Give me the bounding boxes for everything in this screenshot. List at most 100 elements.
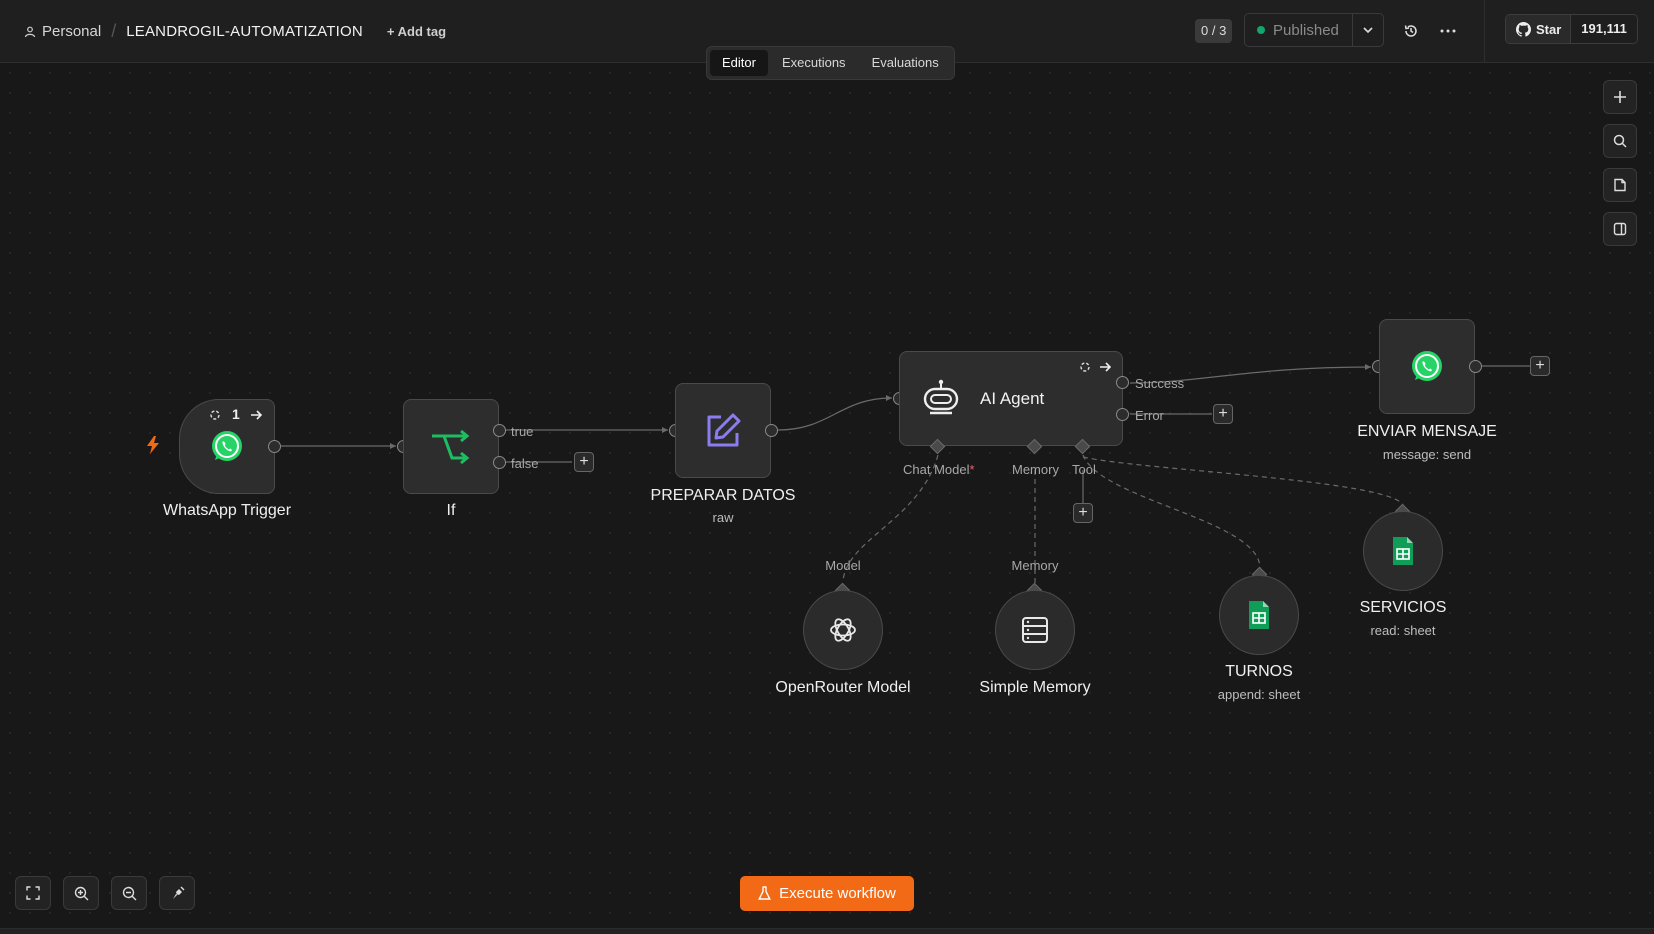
- published-status-dot: [1257, 26, 1265, 34]
- output-port-true[interactable]: [493, 424, 506, 437]
- sheets-icon: [1393, 537, 1413, 565]
- github-icon: [1516, 21, 1531, 37]
- add-node-error-button[interactable]: +: [1213, 404, 1233, 424]
- toggle-panel-button[interactable]: [1603, 212, 1637, 246]
- active-counter-badge: 0 / 3: [1195, 19, 1233, 43]
- output-port-success[interactable]: [1116, 376, 1129, 389]
- view-tabs: Editor Executions Evaluations: [706, 46, 955, 80]
- node-subtitle: append: sheet: [1217, 687, 1301, 702]
- search-icon: [1613, 134, 1627, 148]
- pin-icon[interactable]: [209, 409, 221, 421]
- model-port-label: Model: [825, 558, 861, 573]
- node-preparar-datos[interactable]: [675, 383, 771, 478]
- zoom-out-button[interactable]: [111, 876, 147, 910]
- breadcrumb: Personal / LEANDROGIL-AUTOMATIZATION + A…: [24, 21, 446, 42]
- history-icon: [1404, 25, 1417, 37]
- github-star-count: 191,111: [1570, 15, 1637, 43]
- node-title: PREPARAR DATOS: [650, 487, 796, 504]
- execution-count-badge: 1: [232, 406, 240, 422]
- node-title: Simple Memory: [979, 679, 1091, 696]
- history-button[interactable]: [1400, 20, 1422, 42]
- arrow-right-icon[interactable]: [250, 409, 263, 421]
- chevron-down-icon: [1363, 27, 1373, 34]
- memory-label: Memory: [1012, 462, 1059, 477]
- add-node-after-button[interactable]: +: [1530, 356, 1550, 376]
- publish-control[interactable]: Published: [1244, 13, 1384, 47]
- plus-icon: [1614, 91, 1626, 103]
- sticky-note-icon: [1614, 178, 1626, 192]
- false-branch-label: false: [511, 456, 539, 471]
- output-port-false[interactable]: [493, 456, 506, 469]
- output-port[interactable]: [765, 424, 778, 437]
- tool-label: Tool: [1072, 462, 1096, 477]
- node-subtitle: read: sheet: [1370, 623, 1436, 638]
- true-branch-label: true: [511, 424, 534, 439]
- github-star[interactable]: Star: [1506, 15, 1571, 43]
- flask-icon: [758, 886, 772, 900]
- node-title: If: [446, 502, 456, 519]
- node-openrouter-model[interactable]: [803, 590, 883, 670]
- add-node-false-button[interactable]: +: [574, 452, 594, 472]
- publish-dropdown-button[interactable]: [1353, 14, 1383, 46]
- workflow-name[interactable]: LEANDROGIL-AUTOMATIZATION: [126, 23, 363, 40]
- node-simple-memory[interactable]: [995, 590, 1075, 670]
- project-link[interactable]: Personal: [24, 23, 101, 40]
- node-turnos[interactable]: [1219, 575, 1299, 655]
- whatsapp-icon: [1412, 350, 1442, 381]
- add-node-button[interactable]: [1603, 80, 1637, 114]
- tidy-up-button[interactable]: [159, 876, 195, 910]
- fit-view-icon: [26, 886, 40, 900]
- execute-workflow-button[interactable]: Execute workflow: [740, 876, 914, 911]
- error-branch-label: Error: [1135, 408, 1164, 423]
- output-port-error[interactable]: [1116, 408, 1129, 421]
- github-star-label: Star: [1536, 21, 1562, 37]
- breadcrumb-separator: /: [111, 21, 117, 41]
- node-enviar-mensaje[interactable]: [1379, 319, 1475, 414]
- publish-button[interactable]: Published: [1245, 14, 1353, 46]
- tidy-up-icon: [172, 886, 184, 899]
- more-options-button[interactable]: [1437, 20, 1459, 42]
- arrow-right-icon[interactable]: [1099, 361, 1112, 373]
- fit-view-button[interactable]: [15, 876, 51, 910]
- github-star-button[interactable]: Star 191,111: [1505, 14, 1638, 44]
- if-icon: [432, 429, 470, 464]
- chat-model-label: Chat Model*: [903, 462, 975, 477]
- node-title: AI Agent: [980, 388, 1045, 408]
- header-divider: [1484, 0, 1485, 62]
- openai-icon: [830, 618, 856, 642]
- more-icon: [1440, 29, 1456, 33]
- database-icon: [1022, 617, 1048, 643]
- memory-port-label: Memory: [1011, 558, 1059, 573]
- zoom-in-button[interactable]: [63, 876, 99, 910]
- node-title: WhatsApp Trigger: [162, 502, 292, 519]
- tab-editor[interactable]: Editor: [710, 50, 768, 76]
- node-title: ENVIAR MENSAJE: [1357, 423, 1497, 440]
- node-subtitle: raw: [712, 510, 734, 525]
- required-mark: *: [969, 462, 975, 477]
- sheets-icon: [1249, 601, 1269, 629]
- add-tag-button[interactable]: + Add tag: [387, 24, 446, 39]
- success-branch-label: Success: [1135, 376, 1185, 391]
- bottom-strip: [0, 928, 1654, 934]
- node-subtitle: message: send: [1382, 447, 1472, 462]
- node-servicios[interactable]: [1363, 511, 1443, 591]
- project-label: Personal: [42, 23, 102, 40]
- add-tool-button[interactable]: +: [1073, 503, 1093, 523]
- output-port[interactable]: [1469, 360, 1482, 373]
- tab-evaluations[interactable]: Evaluations: [860, 50, 951, 76]
- user-icon: [24, 26, 36, 37]
- robot-icon: [923, 379, 959, 414]
- add-sticky-note-button[interactable]: [1603, 168, 1637, 202]
- publish-label: Published: [1273, 21, 1339, 39]
- tab-executions[interactable]: Executions: [770, 50, 858, 76]
- zoom-in-icon: [74, 886, 88, 900]
- node-if[interactable]: [403, 399, 499, 494]
- node-title: TURNOS: [1225, 663, 1293, 680]
- workflow-canvas[interactable]: [0, 63, 1654, 928]
- pin-icon[interactable]: [1079, 361, 1091, 373]
- search-nodes-button[interactable]: [1603, 124, 1637, 158]
- zoom-out-icon: [122, 886, 136, 900]
- output-port[interactable]: [268, 440, 281, 453]
- lightning-icon: [147, 436, 159, 454]
- panel-icon: [1613, 222, 1627, 236]
